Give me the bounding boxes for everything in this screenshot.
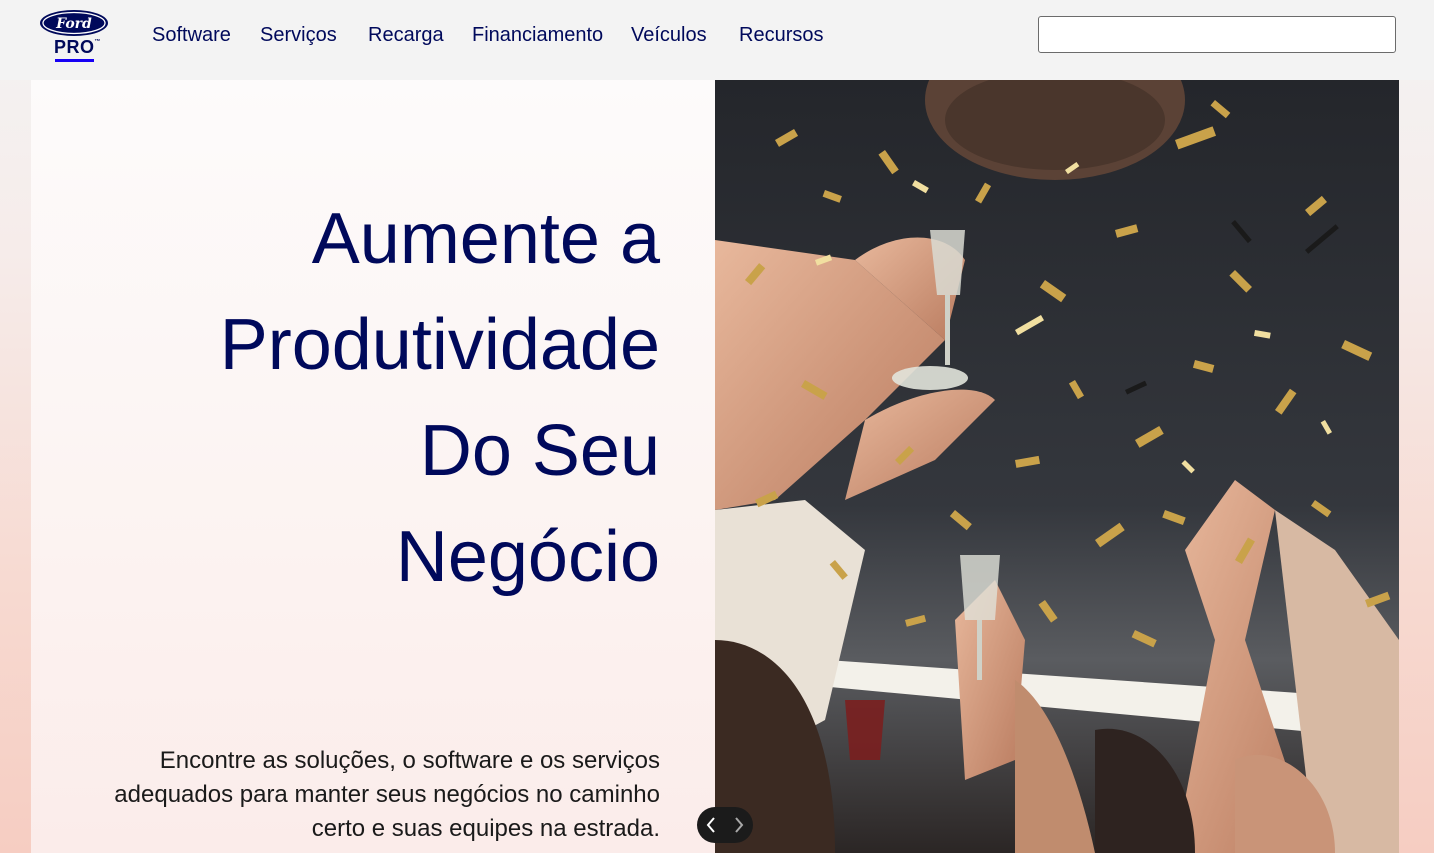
hero-text-panel: Aumente a Produtividade Do Seu Negócio E…	[31, 80, 715, 853]
hero-description: Encontre as soluções, o software e os se…	[114, 747, 660, 842]
hero-title-line: Do Seu	[419, 411, 660, 491]
nav-item-recursos[interactable]: Recursos	[739, 21, 823, 49]
ford-logo-text: Ford	[55, 16, 92, 32]
nav-item-software[interactable]: Software	[152, 21, 231, 49]
carousel-controls	[697, 807, 753, 843]
nav-item-financiamento[interactable]: Financiamento	[472, 21, 603, 49]
site-header: Ford PRO™ Software Serviços Recarga Fina…	[0, 0, 1434, 80]
nav-item-recarga[interactable]: Recarga	[368, 21, 444, 49]
nav-item-veiculos[interactable]: Veículos	[631, 21, 707, 49]
chevron-right-icon	[735, 817, 744, 833]
nav-item-servicos[interactable]: Serviços	[260, 21, 337, 49]
logo-underline	[55, 59, 94, 62]
pro-logo-text: PRO™	[54, 37, 101, 58]
hero-title-line: Produtividade	[219, 305, 660, 385]
hero-image	[715, 80, 1399, 853]
ford-oval-icon: Ford	[40, 10, 108, 36]
chevron-left-icon	[706, 817, 715, 833]
trademark-symbol: ™	[94, 39, 102, 45]
pro-label: PRO	[54, 37, 95, 57]
celebration-photo	[715, 80, 1399, 853]
hero-title-line: Aumente a	[311, 199, 660, 279]
carousel-next-button[interactable]	[725, 807, 753, 843]
search-input[interactable]	[1038, 16, 1396, 53]
ford-pro-logo[interactable]: Ford PRO™	[39, 9, 111, 65]
hero-title-line: Negócio	[395, 517, 660, 597]
carousel-prev-button[interactable]	[697, 807, 725, 843]
hero-title: Aumente a Produtividade Do Seu Negócio	[60, 186, 660, 610]
